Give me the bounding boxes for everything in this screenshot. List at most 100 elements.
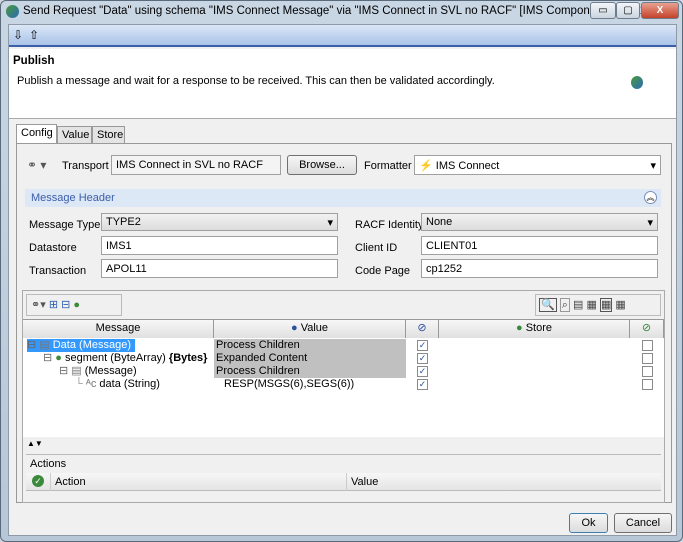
message-type-select[interactable]: TYPE2 ▾: [101, 213, 338, 231]
close-button[interactable]: X: [641, 2, 679, 19]
publish-panel: Publish Publish a message and wait for a…: [9, 49, 676, 119]
splitter-arrows-icon[interactable]: ▲▼: [27, 439, 43, 448]
table-row[interactable]: ⊟ ▤ Data (Message) Process Children ✓: [23, 339, 664, 352]
tree-node[interactable]: ⊟ ▤ Data (Message): [27, 339, 135, 352]
col-header-store[interactable]: ● Store: [439, 320, 630, 338]
title-bar[interactable]: Send Request "Data" using schema "IMS Co…: [1, 1, 682, 23]
store-cell[interactable]: [439, 365, 630, 378]
window-title: Send Request "Data" using schema "IMS Co…: [23, 5, 672, 17]
racf-identity-select[interactable]: None ▾: [421, 213, 658, 231]
expand-all-icon[interactable]: ⊞: [49, 299, 58, 311]
browse-button[interactable]: Browse...: [287, 155, 357, 175]
value-checkbox[interactable]: ✓: [417, 379, 428, 390]
search-icon[interactable]: 🔍: [539, 298, 557, 312]
code-page-label: Code Page: [355, 265, 411, 277]
col-header-action-value[interactable]: Value: [351, 476, 378, 488]
value-cell[interactable]: Process Children: [214, 339, 406, 352]
transaction-label: Transaction: [29, 265, 87, 277]
transport-label: Transport: [62, 160, 109, 172]
dialog-client: ⇩ ⇧ Publish Publish a message and wait f…: [8, 24, 677, 536]
minimize-button[interactable]: ▭: [590, 2, 616, 19]
value-enable-icon[interactable]: ⊘: [406, 320, 439, 338]
grid-medium-icon[interactable]: ▦: [599, 298, 613, 312]
grid-small-icon[interactable]: ▦: [586, 299, 596, 311]
message-icon: ▤: [39, 339, 53, 351]
message-table: Message ● Value ⊘ ● Store ⊘ ⊟ ▤ Data (Me…: [23, 319, 664, 437]
racf-identity-value: None: [426, 216, 453, 228]
formatter-select[interactable]: ⚡ IMS Connect ▾: [414, 155, 661, 175]
transport-field[interactable]: IMS Connect in SVL no RACF: [111, 155, 281, 175]
link-icon[interactable]: ⚭▾: [31, 299, 46, 311]
transport-link-icon[interactable]: ⚭ ▾: [27, 158, 46, 172]
collapse-toggle-icon[interactable]: ⊟: [43, 352, 55, 364]
value-checkbox[interactable]: ✓: [417, 353, 428, 364]
value-checkbox[interactable]: ✓: [417, 366, 428, 377]
actions-section: Actions ✓ Action Value: [26, 454, 661, 501]
transaction-input[interactable]: APOL11: [101, 259, 338, 278]
table-row[interactable]: ⊟ ▤ (Message) Process Children ✓: [23, 365, 664, 378]
store-checkbox[interactable]: [642, 379, 653, 390]
collapse-icon[interactable]: ︽: [644, 191, 657, 204]
collapse-toggle-icon[interactable]: ⊟: [59, 365, 71, 377]
table-row[interactable]: ⊟ ● segment (ByteArray) {Bytes} Expanded…: [23, 352, 664, 365]
message-type-label: Message Type: [29, 219, 101, 231]
store-header-label: Store: [525, 322, 552, 334]
store-cell[interactable]: [439, 339, 630, 352]
actions-title: Actions: [30, 458, 67, 470]
formatter-label: Formatter: [364, 160, 412, 172]
col-header-message[interactable]: Message: [23, 320, 214, 338]
value-checkbox[interactable]: ✓: [417, 340, 428, 351]
string-icon: ᴬc: [85, 378, 100, 390]
cancel-button[interactable]: Cancel: [614, 513, 672, 533]
tab-config[interactable]: Config: [16, 124, 57, 144]
tree-toolbar-left: ⚭▾ ⊞ ⊟ ●: [26, 294, 122, 316]
store-checkbox[interactable]: [642, 366, 653, 377]
tag-icon[interactable]: ●: [73, 299, 80, 311]
chevron-down-icon: ▾: [647, 217, 653, 229]
store-enable-icon[interactable]: ⊘: [630, 320, 664, 338]
racf-identity-label: RACF Identity: [355, 219, 424, 231]
store-checkbox[interactable]: [642, 340, 653, 351]
col-header-action[interactable]: Action: [55, 476, 86, 488]
node-name: (Message): [84, 365, 137, 377]
chevron-down-icon: ▾: [327, 217, 333, 229]
tree-node[interactable]: ⊟ ▤ (Message): [59, 365, 137, 378]
tab-value[interactable]: Value: [57, 126, 92, 144]
datastore-input[interactable]: IMS1: [101, 236, 338, 255]
formatter-icon: ⚡: [419, 160, 436, 172]
grid-large-icon[interactable]: ▦: [615, 299, 625, 311]
table-row[interactable]: └ ᴬc data (String) RESP(MSGS(6),SEGS(6))…: [23, 378, 664, 391]
collapse-all-icon[interactable]: ⊟: [61, 299, 70, 311]
code-page-input[interactable]: cp1252: [421, 259, 658, 278]
tree-node[interactable]: └ ᴬc data (String): [75, 378, 160, 391]
import-icon[interactable]: ⇩: [13, 28, 23, 42]
store-cell[interactable]: [439, 378, 630, 391]
maximize-button[interactable]: ▢: [616, 2, 640, 19]
export-icon[interactable]: ⇧: [29, 28, 39, 42]
formatter-value: IMS Connect: [435, 160, 500, 172]
dialog-window: Send Request "Data" using schema "IMS Co…: [0, 0, 683, 542]
document-icon[interactable]: ▤: [573, 299, 583, 311]
store-icon: ●: [516, 322, 526, 334]
toolbar: ⇩ ⇧: [9, 25, 676, 47]
value-header-label: Value: [300, 322, 329, 334]
node-name: segment (ByteArray): [64, 352, 166, 364]
tree-node[interactable]: ⊟ ● segment (ByteArray) {Bytes}: [43, 352, 207, 365]
client-id-input[interactable]: CLIENT01: [421, 236, 658, 255]
col-header-value[interactable]: ● Value: [214, 320, 406, 338]
store-cell[interactable]: [439, 352, 630, 365]
ok-button[interactable]: Ok: [569, 513, 608, 533]
actions-table-header: ✓ Action Value: [26, 473, 661, 491]
collapse-toggle-icon[interactable]: ⊟: [27, 339, 39, 351]
value-cell[interactable]: RESP(MSGS(6),SEGS(6)): [214, 378, 406, 391]
value-cell[interactable]: Process Children: [214, 365, 406, 378]
store-checkbox[interactable]: [642, 353, 653, 364]
config-panel: ⚭ ▾ Transport IMS Connect in SVL no RACF…: [16, 143, 672, 503]
value-cell[interactable]: Expanded Content: [214, 352, 406, 365]
filter-icon[interactable]: ⌕: [559, 298, 570, 312]
message-header-title: Message Header: [31, 192, 115, 204]
message-header-bar[interactable]: Message Header ︽: [25, 189, 661, 207]
message-type-value: TYPE2: [106, 216, 141, 228]
tab-store[interactable]: Store: [92, 126, 125, 144]
app-icon: [6, 5, 19, 18]
